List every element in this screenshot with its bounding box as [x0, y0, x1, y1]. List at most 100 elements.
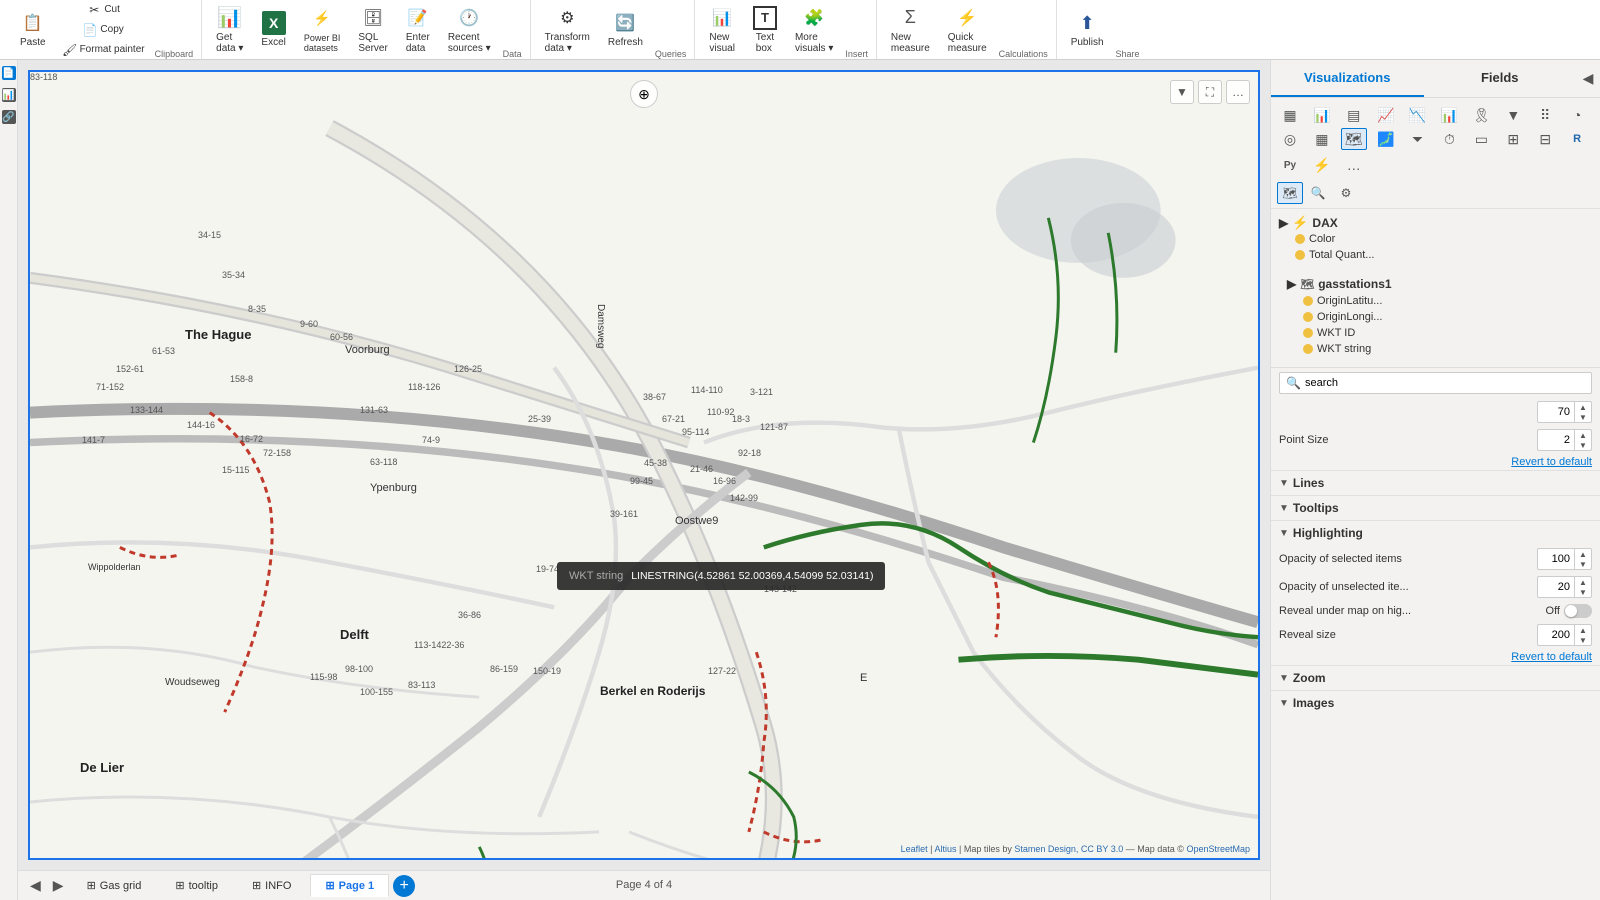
tab-gas-grid[interactable]: ⊞ Gas grid	[72, 874, 157, 897]
reveal-toggle[interactable]: Off	[1546, 604, 1592, 618]
more-visuals-button[interactable]: 🧩 Morevisuals ▾	[789, 2, 839, 58]
point-size-input[interactable]: ▲ ▼	[1537, 429, 1592, 451]
reveal-size-input[interactable]: ▲ ▼	[1537, 624, 1592, 646]
viz-ribbon[interactable]: 🎗	[1468, 104, 1494, 126]
viz-card[interactable]: ▭	[1468, 128, 1494, 150]
leaflet-link[interactable]: Leaflet	[901, 844, 928, 854]
new-visual-button[interactable]: 📊 Newvisual	[703, 2, 741, 58]
opacity-unselected-up[interactable]: ▲	[1575, 577, 1591, 587]
gs-wktid-item[interactable]: WKT ID	[1279, 325, 1592, 341]
viz-donut[interactable]: ◎	[1277, 128, 1303, 150]
zoom-section-header[interactable]: ▼ Zoom	[1271, 665, 1600, 690]
map-center-button[interactable]: ⊕	[630, 80, 658, 108]
stamen-link[interactable]: Stamen Design, CC BY 3.0	[1014, 844, 1123, 854]
text-box-button[interactable]: T Textbox	[747, 2, 783, 58]
zoom-up-arrow[interactable]: ▲	[1575, 402, 1591, 412]
osm-link[interactable]: OpenStreetMap	[1186, 844, 1250, 854]
reveal-toggle-track[interactable]	[1564, 604, 1592, 618]
refresh-button[interactable]: 🔄 Refresh	[602, 7, 649, 52]
new-measure-button[interactable]: Σ Newmeasure	[885, 2, 936, 58]
opacity-unselected-down[interactable]: ▼	[1575, 587, 1591, 597]
viz-matrix[interactable]: ⊟	[1532, 128, 1558, 150]
viz-filled-map[interactable]: 🗾	[1373, 128, 1399, 150]
gs-originlong-item[interactable]: OriginLongi...	[1279, 309, 1592, 325]
gs-originlat-item[interactable]: OriginLatitu...	[1279, 293, 1592, 309]
revert-default-2[interactable]: Revert to default	[1271, 649, 1600, 665]
viz-line[interactable]: 📈	[1373, 104, 1399, 126]
altius-link[interactable]: Altius	[934, 844, 956, 854]
copy-button[interactable]: 📄 Copy	[58, 21, 149, 39]
viz-map[interactable]: 🗺	[1341, 128, 1367, 150]
viz-python[interactable]: Py	[1277, 154, 1303, 176]
highlighting-section-header[interactable]: ▼ Highlighting	[1271, 520, 1600, 545]
opacity-selected-up[interactable]: ▲	[1575, 549, 1591, 559]
panel-collapse-button[interactable]: ◀	[1576, 61, 1600, 97]
quick-measure-button[interactable]: ⚡ Quickmeasure	[942, 2, 993, 58]
opacity-selected-value[interactable]	[1538, 551, 1574, 567]
zoom-input[interactable]: ▲ ▼	[1537, 401, 1592, 423]
paste-button[interactable]: 📋 Paste	[14, 7, 52, 52]
gs-wktstring-item[interactable]: WKT string	[1279, 341, 1592, 357]
dax-color-item[interactable]: Color	[1279, 231, 1592, 247]
images-section-header[interactable]: ▼ Images	[1271, 690, 1600, 715]
viz-area[interactable]: 📉	[1405, 104, 1431, 126]
viz-line-clustered[interactable]: 📊	[1436, 104, 1462, 126]
point-size-down[interactable]: ▼	[1575, 440, 1591, 450]
tooltips-section-header[interactable]: ▼ Tooltips	[1271, 495, 1600, 520]
tab-prev-button[interactable]: ◀	[26, 875, 45, 896]
viz-stacked-bar[interactable]: ▦	[1277, 104, 1303, 126]
map-focus-button[interactable]: ⛶	[1198, 80, 1222, 104]
viz-r-visual[interactable]: R	[1564, 128, 1590, 150]
viz-key-influencers[interactable]: ⚡	[1309, 154, 1335, 176]
cut-button[interactable]: ✂ Cut	[58, 1, 149, 19]
tab-visualizations[interactable]: Visualizations	[1271, 60, 1424, 97]
reveal-size-down[interactable]: ▼	[1575, 635, 1591, 645]
zoom-down-arrow[interactable]: ▼	[1575, 412, 1591, 422]
add-page-button[interactable]: +	[393, 875, 415, 897]
recent-sources-button[interactable]: 🕐 Recentsources ▾	[442, 2, 497, 58]
viz-waterfall[interactable]: ▼	[1500, 104, 1526, 126]
viz-clustered-bar[interactable]: 📊	[1309, 104, 1335, 126]
format-painter-button[interactable]: 🖌 Format painter	[58, 41, 149, 59]
viz-more[interactable]: …	[1341, 154, 1367, 176]
search-input[interactable]	[1305, 377, 1585, 389]
lines-section-header[interactable]: ▼ Lines	[1271, 470, 1600, 495]
get-data-button[interactable]: 📊 Getdata ▾	[210, 2, 249, 58]
viz-funnel[interactable]: ⏷	[1405, 128, 1431, 150]
gasstations-header[interactable]: ▶ 🗺 gasstations1	[1279, 275, 1592, 293]
map-more-button[interactable]: …	[1226, 80, 1250, 104]
dax-total-item[interactable]: Total Quant...	[1279, 247, 1592, 263]
point-size-value[interactable]	[1538, 432, 1574, 448]
publish-button[interactable]: ⬆ Publish	[1065, 7, 1110, 52]
sql-button[interactable]: 🗄 SQLServer	[352, 2, 393, 58]
viz-pie[interactable]: ◔	[1564, 104, 1590, 126]
map-filter-button[interactable]: ▼	[1170, 80, 1194, 104]
viz-scatter[interactable]: ⠿	[1532, 104, 1558, 126]
tab-fields[interactable]: Fields	[1424, 60, 1577, 97]
left-icon-data[interactable]: 📊	[2, 88, 16, 102]
tab-page1[interactable]: ⊞ Page 1	[310, 874, 389, 897]
reveal-size-value[interactable]	[1538, 627, 1574, 643]
viz-gauge[interactable]: ⏱	[1436, 128, 1462, 150]
map-analytics-icon[interactable]: 🔍	[1305, 182, 1331, 204]
map-container[interactable]: The Hague Voorburg Ypenburg Delft Oostwe…	[28, 70, 1260, 860]
opacity-selected-input[interactable]: ▲ ▼	[1537, 548, 1592, 570]
left-icon-model[interactable]: 🔗	[2, 110, 16, 124]
reveal-size-up[interactable]: ▲	[1575, 625, 1591, 635]
viz-100pct-bar[interactable]: ▤	[1341, 104, 1367, 126]
search-box[interactable]: 🔍	[1279, 372, 1592, 394]
opacity-unselected-value[interactable]	[1538, 579, 1574, 595]
map-format-icon[interactable]: 🗺	[1277, 182, 1303, 204]
dax-header[interactable]: ▶ ⚡ DAX	[1279, 215, 1592, 231]
tab-next-button[interactable]: ▶	[49, 875, 68, 896]
map-settings-icon[interactable]: ⚙	[1333, 182, 1359, 204]
zoom-value-input[interactable]	[1538, 404, 1574, 420]
excel-button[interactable]: X Excel	[255, 7, 291, 52]
point-size-up[interactable]: ▲	[1575, 430, 1591, 440]
left-icon-report[interactable]: 📄	[2, 66, 16, 80]
tab-info[interactable]: ⊞ INFO	[237, 874, 307, 897]
opacity-unselected-input[interactable]: ▲ ▼	[1537, 576, 1592, 598]
enter-data-button[interactable]: 📝 Enterdata	[400, 2, 436, 58]
viz-treemap[interactable]: ▦	[1309, 128, 1335, 150]
tab-tooltip[interactable]: ⊞ tooltip	[160, 874, 233, 897]
